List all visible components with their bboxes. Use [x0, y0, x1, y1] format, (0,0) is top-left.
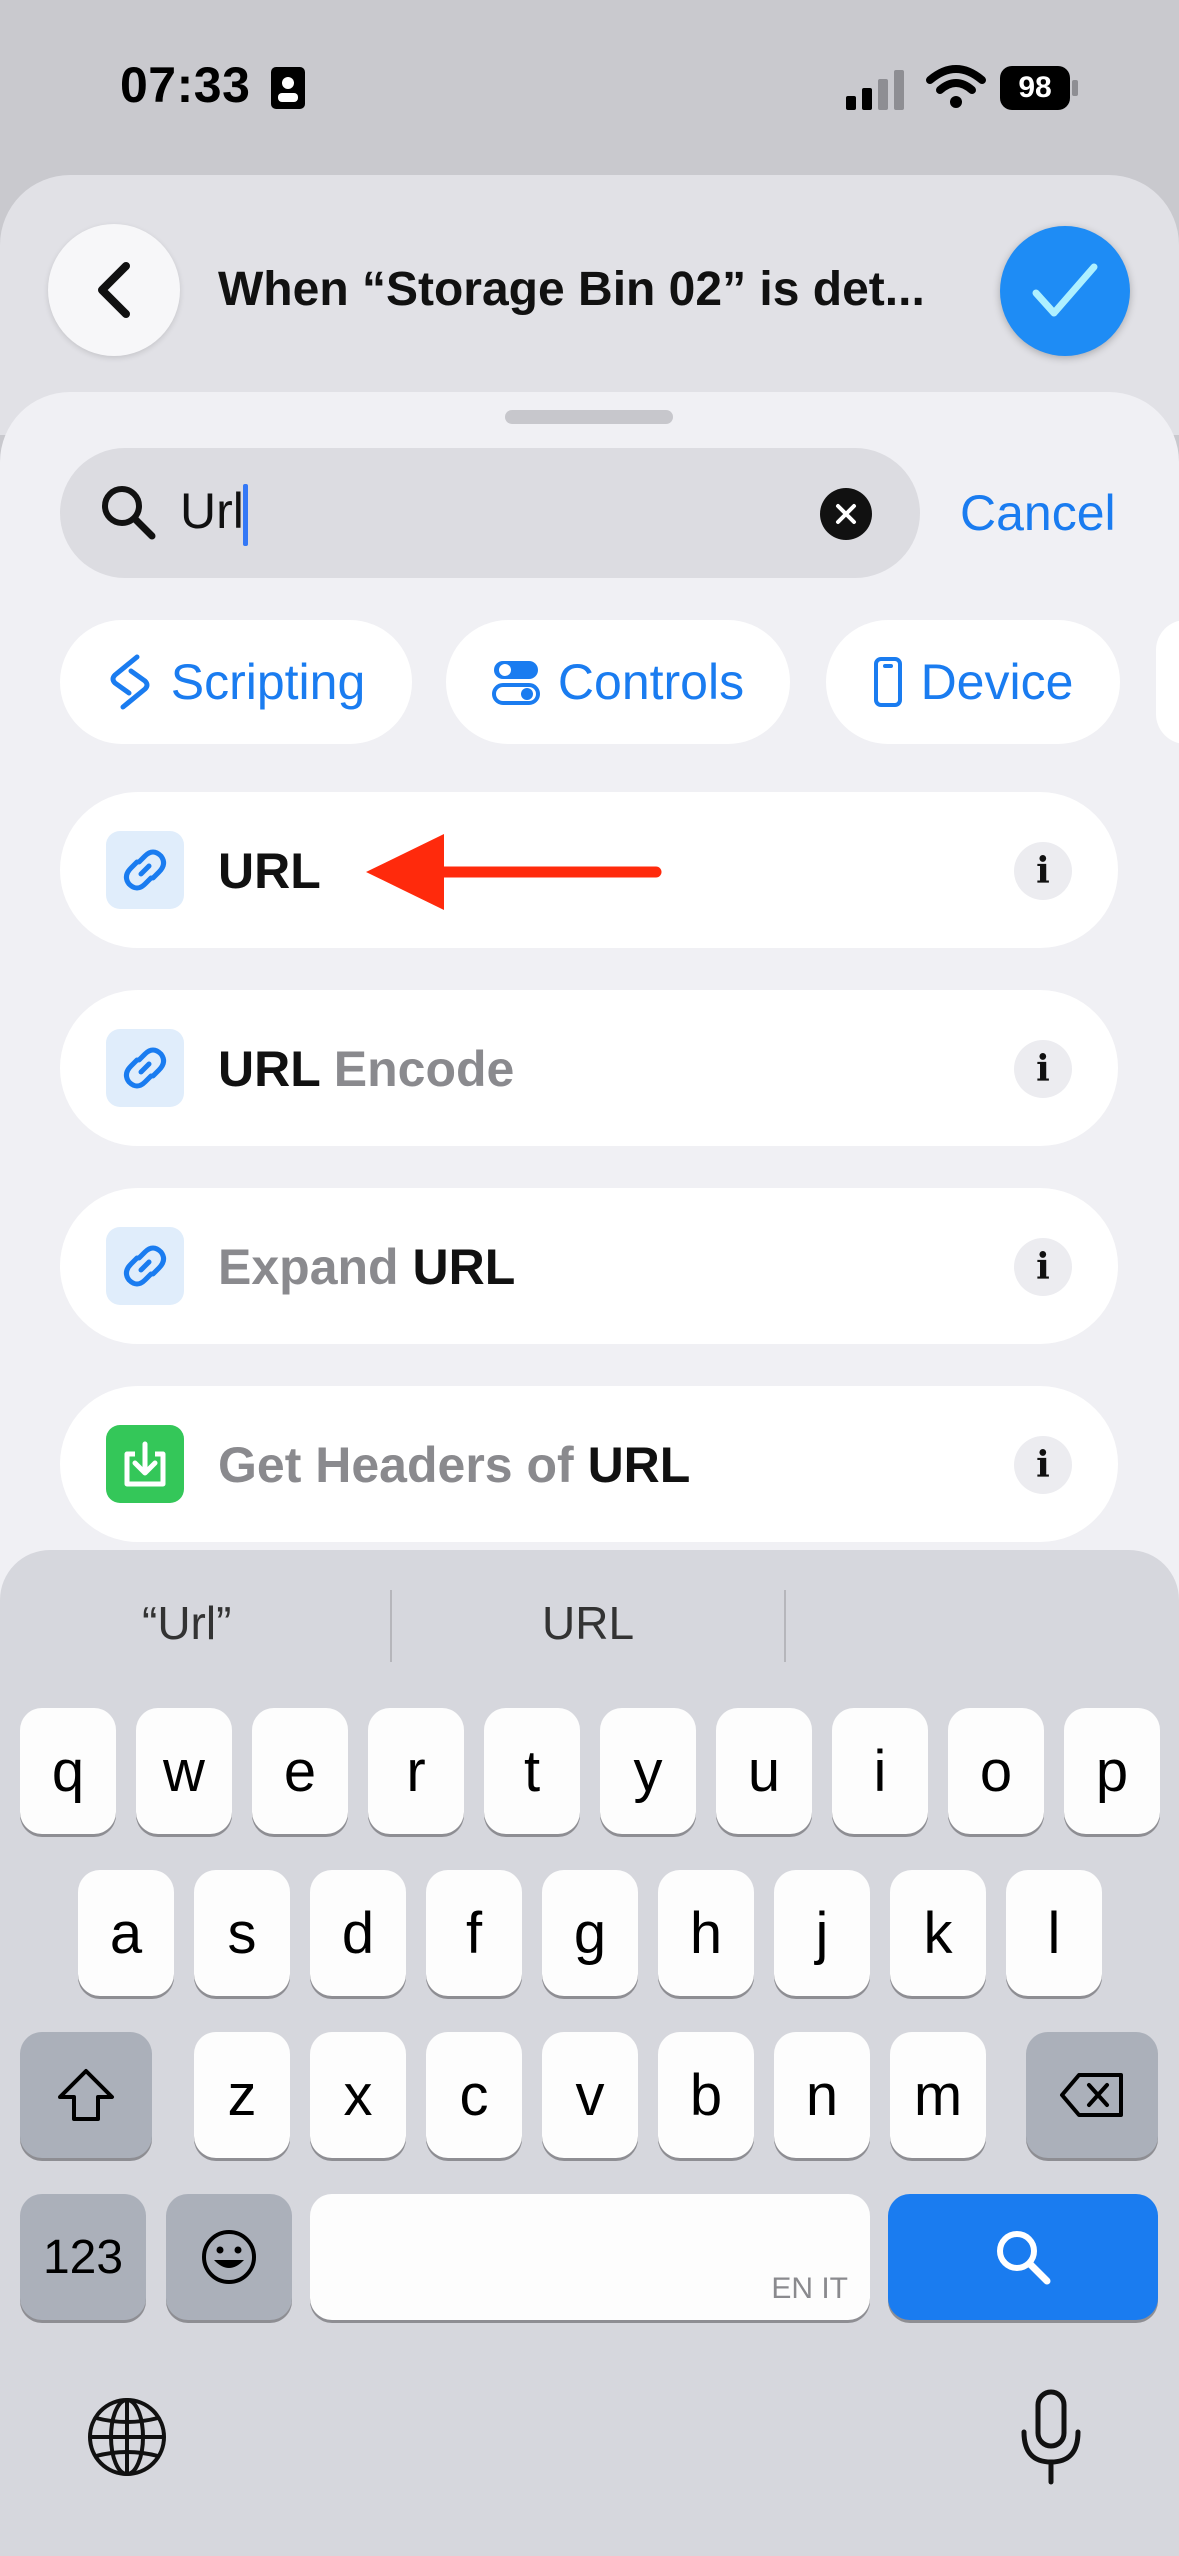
- info-button[interactable]: i: [1014, 1040, 1072, 1098]
- result-label: Get Headers of URL: [218, 1436, 690, 1494]
- key-p[interactable]: p: [1064, 1708, 1160, 1834]
- link-icon: [106, 831, 184, 909]
- text-cursor: [243, 484, 248, 546]
- category-chip-label: Controls: [557, 654, 745, 710]
- delete-key[interactable]: [1026, 2032, 1158, 2158]
- annotation-arrow-icon: [366, 834, 662, 910]
- result-label: Expand URL: [218, 1238, 515, 1296]
- key-h[interactable]: h: [658, 1870, 754, 1996]
- suggestion-url[interactable]: URL: [542, 1596, 634, 1650]
- wifi-icon: [926, 65, 986, 108]
- key-b[interactable]: b: [658, 2032, 754, 2158]
- result-row-url-encode[interactable]: URL Encode i: [60, 990, 1118, 1146]
- category-chip-label: Device: [920, 654, 1074, 710]
- space-key[interactable]: EN IT: [310, 2194, 870, 2320]
- emoji-key[interactable]: [166, 2194, 292, 2320]
- back-button[interactable]: [48, 224, 180, 356]
- result-label-part: Encode: [319, 1041, 515, 1097]
- suggestion-literal[interactable]: “Url”: [142, 1596, 231, 1650]
- key-m[interactable]: m: [890, 2032, 986, 2158]
- result-label: URL Encode: [218, 1040, 514, 1098]
- key-q[interactable]: q: [20, 1708, 116, 1834]
- key-v[interactable]: v: [542, 2032, 638, 2158]
- key-e[interactable]: e: [252, 1708, 348, 1834]
- result-label-part: URL: [218, 843, 321, 899]
- category-chip-label: Scripting: [170, 654, 366, 710]
- cellular-signal-icon: [846, 70, 904, 110]
- info-button[interactable]: i: [1014, 1238, 1072, 1296]
- globe-icon[interactable]: [86, 2396, 168, 2478]
- numbers-key[interactable]: 123: [20, 2194, 146, 2320]
- status-time: 07:33: [120, 57, 251, 113]
- key-d[interactable]: d: [310, 1870, 406, 1996]
- result-row-expand-url[interactable]: Expand URL i: [60, 1188, 1118, 1344]
- emoji-icon: [202, 2230, 256, 2284]
- cancel-button[interactable]: Cancel: [960, 484, 1116, 542]
- key-l[interactable]: l: [1006, 1870, 1102, 1996]
- key-i[interactable]: i: [832, 1708, 928, 1834]
- search-icon: [102, 486, 156, 540]
- sheet-grabber[interactable]: [505, 410, 673, 424]
- checkmark-icon: [1032, 263, 1098, 317]
- key-u[interactable]: u: [716, 1708, 812, 1834]
- key-j[interactable]: j: [774, 1870, 870, 1996]
- controls-icon: [491, 661, 540, 705]
- category-chip-device[interactable]: Device: [826, 620, 1120, 744]
- shift-icon: [58, 2069, 114, 2121]
- result-row-get-headers[interactable]: Get Headers of URL i: [60, 1386, 1118, 1542]
- category-chip-controls[interactable]: Controls: [446, 620, 790, 744]
- id-card-icon: [271, 67, 305, 109]
- key-t[interactable]: t: [484, 1708, 580, 1834]
- result-label-part: Expand: [218, 1239, 413, 1295]
- battery-level: 98: [1018, 71, 1052, 104]
- info-button[interactable]: i: [1014, 1436, 1072, 1494]
- search-input[interactable]: Url: [180, 482, 244, 540]
- suggestion-divider: [390, 1590, 392, 1662]
- shift-key[interactable]: [20, 2032, 152, 2158]
- key-y[interactable]: y: [600, 1708, 696, 1834]
- close-icon: [836, 504, 856, 524]
- shortcut-title: When “Storage Bin 02” is det...: [218, 263, 925, 316]
- key-k[interactable]: k: [890, 1870, 986, 1996]
- device-icon: [873, 657, 902, 707]
- key-o[interactable]: o: [948, 1708, 1044, 1834]
- link-icon: [106, 1029, 184, 1107]
- category-chip-more[interactable]: [1156, 620, 1179, 744]
- key-f[interactable]: f: [426, 1870, 522, 1996]
- key-c[interactable]: c: [426, 2032, 522, 2158]
- microphone-icon[interactable]: [1016, 2388, 1086, 2488]
- suggestion-divider: [784, 1590, 786, 1662]
- key-r[interactable]: r: [368, 1708, 464, 1834]
- search-icon: [997, 2231, 1051, 2285]
- info-button[interactable]: i: [1014, 842, 1072, 900]
- done-button[interactable]: [1000, 226, 1130, 356]
- clear-search-button[interactable]: [820, 488, 872, 540]
- category-chip-scripting[interactable]: Scripting: [60, 620, 412, 744]
- key-g[interactable]: g: [542, 1870, 638, 1996]
- key-z[interactable]: z: [194, 2032, 290, 2158]
- result-label-part: URL: [412, 1239, 516, 1295]
- key-x[interactable]: x: [310, 2032, 406, 2158]
- backspace-icon: [1060, 2073, 1123, 2117]
- download-icon: [106, 1425, 184, 1503]
- result-label: URL: [218, 842, 321, 900]
- result-label-part: Get Headers of: [218, 1437, 588, 1493]
- key-n[interactable]: n: [774, 2032, 870, 2158]
- link-icon: [106, 1227, 184, 1305]
- key-s[interactable]: s: [194, 1870, 290, 1996]
- battery-icon: 98: [1000, 66, 1078, 110]
- search-key[interactable]: [888, 2194, 1158, 2320]
- chevron-left-icon: [98, 262, 130, 318]
- result-label-part: URL: [587, 1437, 691, 1493]
- result-label-part: URL: [218, 1041, 320, 1097]
- scripting-icon: [110, 654, 150, 710]
- key-a[interactable]: a: [78, 1870, 174, 1996]
- key-w[interactable]: w: [136, 1708, 232, 1834]
